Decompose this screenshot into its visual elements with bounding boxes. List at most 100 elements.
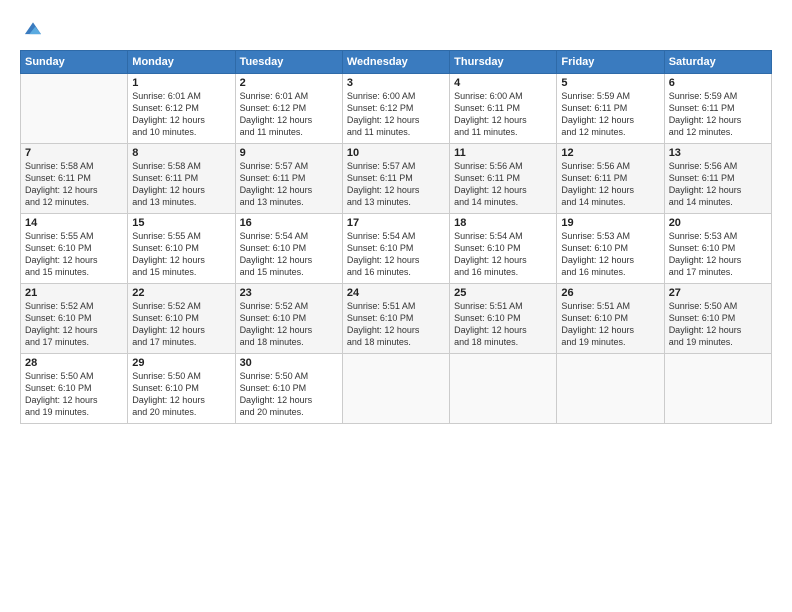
- day-info: Sunrise: 5:53 AM Sunset: 6:10 PM Dayligh…: [669, 230, 767, 279]
- day-number: 22: [132, 287, 230, 299]
- day-info: Sunrise: 5:58 AM Sunset: 6:11 PM Dayligh…: [25, 160, 123, 209]
- calendar-cell: 22Sunrise: 5:52 AM Sunset: 6:10 PM Dayli…: [128, 284, 235, 354]
- calendar-cell: 27Sunrise: 5:50 AM Sunset: 6:10 PM Dayli…: [664, 284, 771, 354]
- calendar-cell: 12Sunrise: 5:56 AM Sunset: 6:11 PM Dayli…: [557, 144, 664, 214]
- day-info: Sunrise: 5:51 AM Sunset: 6:10 PM Dayligh…: [347, 300, 445, 349]
- calendar-cell: 5Sunrise: 5:59 AM Sunset: 6:11 PM Daylig…: [557, 74, 664, 144]
- day-number: 18: [454, 217, 552, 229]
- calendar-cell: 1Sunrise: 6:01 AM Sunset: 6:12 PM Daylig…: [128, 74, 235, 144]
- day-info: Sunrise: 5:55 AM Sunset: 6:10 PM Dayligh…: [25, 230, 123, 279]
- day-number: 11: [454, 147, 552, 159]
- calendar-cell: 18Sunrise: 5:54 AM Sunset: 6:10 PM Dayli…: [450, 214, 557, 284]
- calendar-cell: 13Sunrise: 5:56 AM Sunset: 6:11 PM Dayli…: [664, 144, 771, 214]
- day-info: Sunrise: 5:50 AM Sunset: 6:10 PM Dayligh…: [669, 300, 767, 349]
- calendar-cell: 30Sunrise: 5:50 AM Sunset: 6:10 PM Dayli…: [235, 354, 342, 424]
- calendar-cell: 7Sunrise: 5:58 AM Sunset: 6:11 PM Daylig…: [21, 144, 128, 214]
- day-info: Sunrise: 5:55 AM Sunset: 6:10 PM Dayligh…: [132, 230, 230, 279]
- calendar-cell: 4Sunrise: 6:00 AM Sunset: 6:11 PM Daylig…: [450, 74, 557, 144]
- calendar-cell: 28Sunrise: 5:50 AM Sunset: 6:10 PM Dayli…: [21, 354, 128, 424]
- day-number: 17: [347, 217, 445, 229]
- calendar-cell: 25Sunrise: 5:51 AM Sunset: 6:10 PM Dayli…: [450, 284, 557, 354]
- calendar-cell: 3Sunrise: 6:00 AM Sunset: 6:12 PM Daylig…: [342, 74, 449, 144]
- calendar-cell: 11Sunrise: 5:56 AM Sunset: 6:11 PM Dayli…: [450, 144, 557, 214]
- calendar-cell: 26Sunrise: 5:51 AM Sunset: 6:10 PM Dayli…: [557, 284, 664, 354]
- calendar-cell: 9Sunrise: 5:57 AM Sunset: 6:11 PM Daylig…: [235, 144, 342, 214]
- day-info: Sunrise: 5:57 AM Sunset: 6:11 PM Dayligh…: [240, 160, 338, 209]
- day-number: 29: [132, 357, 230, 369]
- day-number: 27: [669, 287, 767, 299]
- day-info: Sunrise: 6:00 AM Sunset: 6:11 PM Dayligh…: [454, 90, 552, 139]
- day-number: 30: [240, 357, 338, 369]
- calendar-cell: 17Sunrise: 5:54 AM Sunset: 6:10 PM Dayli…: [342, 214, 449, 284]
- calendar-cell: 14Sunrise: 5:55 AM Sunset: 6:10 PM Dayli…: [21, 214, 128, 284]
- day-number: 19: [561, 217, 659, 229]
- header-row: SundayMondayTuesdayWednesdayThursdayFrid…: [21, 51, 772, 74]
- col-header-monday: Monday: [128, 51, 235, 74]
- calendar-cell: 29Sunrise: 5:50 AM Sunset: 6:10 PM Dayli…: [128, 354, 235, 424]
- calendar-cell: 23Sunrise: 5:52 AM Sunset: 6:10 PM Dayli…: [235, 284, 342, 354]
- day-info: Sunrise: 5:52 AM Sunset: 6:10 PM Dayligh…: [25, 300, 123, 349]
- col-header-tuesday: Tuesday: [235, 51, 342, 74]
- col-header-saturday: Saturday: [664, 51, 771, 74]
- day-number: 28: [25, 357, 123, 369]
- day-info: Sunrise: 6:00 AM Sunset: 6:12 PM Dayligh…: [347, 90, 445, 139]
- calendar-cell: [21, 74, 128, 144]
- day-number: 20: [669, 217, 767, 229]
- calendar-cell: 21Sunrise: 5:52 AM Sunset: 6:10 PM Dayli…: [21, 284, 128, 354]
- day-number: 5: [561, 77, 659, 89]
- day-number: 1: [132, 77, 230, 89]
- day-number: 6: [669, 77, 767, 89]
- day-info: Sunrise: 5:59 AM Sunset: 6:11 PM Dayligh…: [669, 90, 767, 139]
- calendar-cell: [664, 354, 771, 424]
- calendar-cell: 24Sunrise: 5:51 AM Sunset: 6:10 PM Dayli…: [342, 284, 449, 354]
- week-row-2: 7Sunrise: 5:58 AM Sunset: 6:11 PM Daylig…: [21, 144, 772, 214]
- day-number: 2: [240, 77, 338, 89]
- week-row-4: 21Sunrise: 5:52 AM Sunset: 6:10 PM Dayli…: [21, 284, 772, 354]
- calendar-cell: [450, 354, 557, 424]
- calendar-cell: 20Sunrise: 5:53 AM Sunset: 6:10 PM Dayli…: [664, 214, 771, 284]
- calendar-body: 1 Sunrise: 6:01 AM Sunset: 6:12 PM Daylig…: [21, 74, 772, 424]
- day-number: 7: [25, 147, 123, 159]
- day-info: Sunrise: 5:54 AM Sunset: 6:10 PM Dayligh…: [347, 230, 445, 279]
- day-number: 24: [347, 287, 445, 299]
- day-info: Sunrise: 5:50 AM Sunset: 6:10 PM Dayligh…: [132, 370, 230, 419]
- col-header-thursday: Thursday: [450, 51, 557, 74]
- day-info: Sunrise: 5:56 AM Sunset: 6:11 PM Dayligh…: [669, 160, 767, 209]
- day-number: 4: [454, 77, 552, 89]
- day-info: Sunrise: 5:56 AM Sunset: 6:11 PM Dayligh…: [454, 160, 552, 209]
- page: SundayMondayTuesdayWednesdayThursdayFrid…: [0, 0, 792, 612]
- calendar-cell: 16Sunrise: 5:54 AM Sunset: 6:10 PM Dayli…: [235, 214, 342, 284]
- day-info: Sunrise: 5:50 AM Sunset: 6:10 PM Dayligh…: [240, 370, 338, 419]
- day-info: Sunrise: 5:50 AM Sunset: 6:10 PM Dayligh…: [25, 370, 123, 419]
- calendar-cell: 6Sunrise: 5:59 AM Sunset: 6:11 PM Daylig…: [664, 74, 771, 144]
- day-info: Sunrise: 5:57 AM Sunset: 6:11 PM Dayligh…: [347, 160, 445, 209]
- day-number: 13: [669, 147, 767, 159]
- calendar-cell: 19Sunrise: 5:53 AM Sunset: 6:10 PM Dayli…: [557, 214, 664, 284]
- day-number: 21: [25, 287, 123, 299]
- calendar-cell: 10Sunrise: 5:57 AM Sunset: 6:11 PM Dayli…: [342, 144, 449, 214]
- day-info: Sunrise: 5:54 AM Sunset: 6:10 PM Dayligh…: [240, 230, 338, 279]
- calendar-cell: 15Sunrise: 5:55 AM Sunset: 6:10 PM Dayli…: [128, 214, 235, 284]
- calendar-header: SundayMondayTuesdayWednesdayThursdayFrid…: [21, 51, 772, 74]
- day-number: 14: [25, 217, 123, 229]
- day-info: Sunrise: 5:51 AM Sunset: 6:10 PM Dayligh…: [561, 300, 659, 349]
- week-row-5: 28Sunrise: 5:50 AM Sunset: 6:10 PM Dayli…: [21, 354, 772, 424]
- day-number: 10: [347, 147, 445, 159]
- day-number: 15: [132, 217, 230, 229]
- day-info: Sunrise: 5:59 AM Sunset: 6:11 PM Dayligh…: [561, 90, 659, 139]
- day-number: 12: [561, 147, 659, 159]
- header: [20, 18, 772, 40]
- day-info: Sunrise: 6:01 AM Sunset: 6:12 PM Dayligh…: [240, 90, 338, 139]
- day-info: Sunrise: 5:51 AM Sunset: 6:10 PM Dayligh…: [454, 300, 552, 349]
- col-header-wednesday: Wednesday: [342, 51, 449, 74]
- logo-icon: [22, 18, 44, 40]
- col-header-sunday: Sunday: [21, 51, 128, 74]
- calendar-table: SundayMondayTuesdayWednesdayThursdayFrid…: [20, 50, 772, 424]
- day-number: 3: [347, 77, 445, 89]
- day-number: 26: [561, 287, 659, 299]
- day-info: Sunrise: 5:52 AM Sunset: 6:10 PM Dayligh…: [240, 300, 338, 349]
- day-info: Sunrise: 5:53 AM Sunset: 6:10 PM Dayligh…: [561, 230, 659, 279]
- day-number: 9: [240, 147, 338, 159]
- day-number: 16: [240, 217, 338, 229]
- day-info: Sunrise: 5:58 AM Sunset: 6:11 PM Dayligh…: [132, 160, 230, 209]
